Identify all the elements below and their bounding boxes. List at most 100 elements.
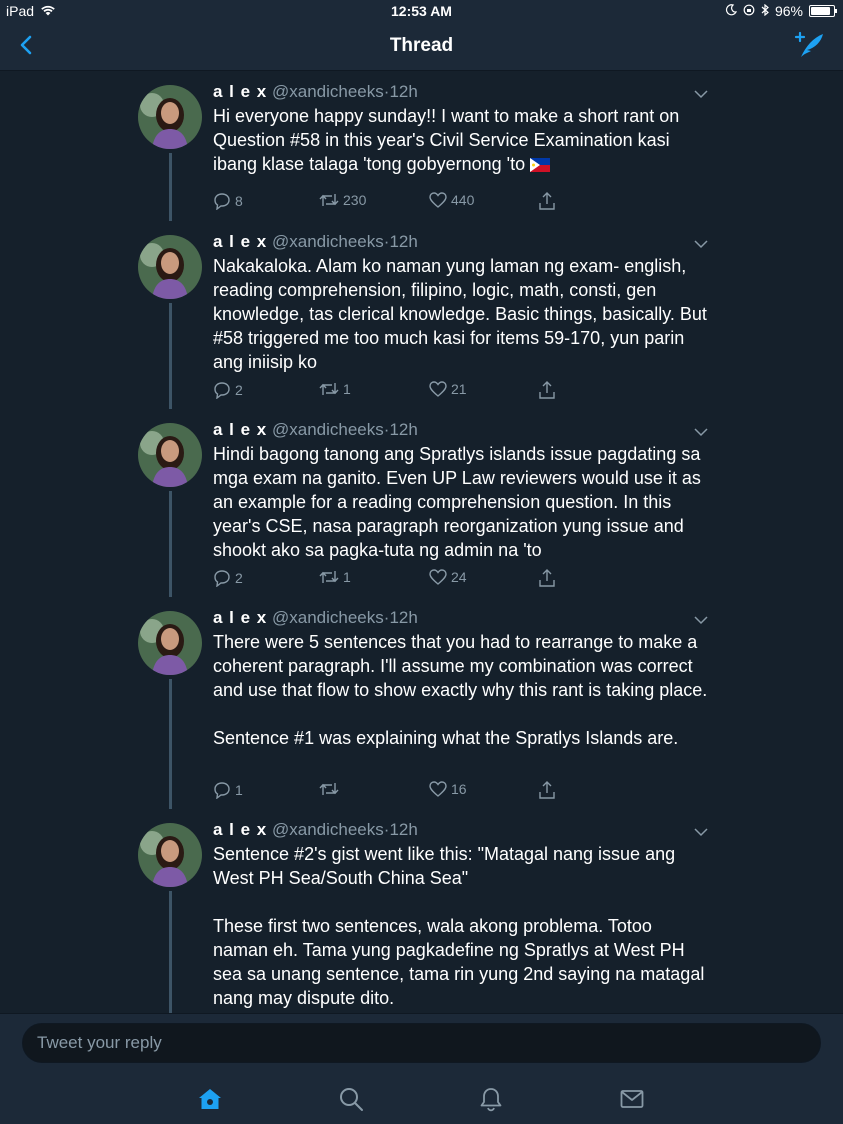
chevron-down-icon[interactable]	[694, 87, 708, 101]
compose-tweet-button[interactable]	[793, 30, 825, 60]
tweet-actions: 1 16	[213, 781, 573, 803]
thread-connector	[169, 891, 172, 1013]
tab-notifications[interactable]	[476, 1084, 506, 1114]
like-count: 16	[451, 781, 467, 797]
avatar[interactable]	[138, 85, 202, 149]
tweet[interactable]: a l e x @xandicheeks·12h Nakakaloka. Ala…	[0, 221, 843, 409]
like-count: 440	[451, 192, 475, 208]
nav-bar: Thread	[0, 22, 843, 71]
author-name[interactable]: a l e x	[213, 82, 267, 101]
author-handle: @xandicheeks	[272, 232, 384, 251]
retweet-icon	[319, 194, 339, 206]
share-button[interactable]	[538, 192, 556, 210]
like-button[interactable]: 440	[429, 192, 474, 208]
tab-messages[interactable]	[617, 1084, 647, 1114]
tweet[interactable]: a l e x @xandicheeks·12h Sentence #2's g…	[0, 809, 843, 1013]
search-icon	[340, 1088, 363, 1111]
author-handle: @xandicheeks	[272, 420, 384, 439]
tweet-time: 12h	[389, 82, 418, 101]
messages-icon	[620, 1090, 644, 1108]
retweet-icon	[319, 783, 339, 795]
like-icon	[429, 192, 447, 208]
avatar[interactable]	[138, 823, 202, 887]
share-icon	[539, 381, 555, 399]
like-count: 21	[451, 381, 467, 397]
reply-count: 2	[235, 570, 243, 586]
thread-connector	[169, 491, 172, 597]
retweet-button[interactable]	[319, 781, 339, 797]
tweet-time: 12h	[389, 608, 418, 627]
tweet-time: 12h	[389, 420, 418, 439]
share-button[interactable]	[538, 781, 556, 799]
like-button[interactable]: 24	[429, 569, 467, 585]
page-title: Thread	[389, 35, 454, 56]
tweet-header: a l e x @xandicheeks·12h	[213, 419, 708, 441]
thread-connector	[169, 153, 172, 221]
author-handle: @xandicheeks	[272, 82, 384, 101]
home-icon	[199, 1089, 221, 1109]
reply-count: 8	[235, 193, 243, 209]
retweet-button[interactable]: 1	[319, 569, 351, 585]
chevron-down-icon[interactable]	[694, 825, 708, 839]
author-name[interactable]: a l e x	[213, 420, 267, 439]
tweet-header: a l e x @xandicheeks·12h	[213, 819, 708, 841]
reply-icon	[214, 782, 230, 799]
tweet[interactable]: a l e x @xandicheeks·12h Hi everyone hap…	[0, 71, 843, 221]
tweet-header: a l e x @xandicheeks·12h	[213, 231, 708, 253]
tweet-header: a l e x @xandicheeks·12h	[213, 81, 708, 103]
chevron-down-icon[interactable]	[694, 613, 708, 627]
share-button[interactable]	[538, 569, 556, 587]
tweet-time: 12h	[389, 232, 418, 251]
reply-button[interactable]: 2	[213, 569, 243, 587]
chevron-down-icon[interactable]	[694, 237, 708, 251]
battery-icon	[809, 5, 837, 17]
status-time: 12:53 AM	[391, 3, 452, 19]
chevron-down-icon[interactable]	[694, 425, 708, 439]
like-icon	[429, 381, 447, 397]
reply-count: 2	[235, 382, 243, 398]
retweet-button[interactable]: 230	[319, 192, 366, 208]
retweet-count: 230	[343, 192, 367, 208]
like-button[interactable]: 21	[429, 381, 467, 397]
tab-search[interactable]	[336, 1084, 366, 1114]
tweet-header: a l e x @xandicheeks·12h	[213, 607, 708, 629]
tab-home[interactable]	[195, 1084, 225, 1114]
author-name[interactable]: a l e x	[213, 820, 267, 839]
philippines-flag-icon	[530, 158, 551, 172]
retweet-count: 1	[343, 381, 351, 397]
author-name[interactable]: a l e x	[213, 232, 267, 251]
reply-button[interactable]: 8	[213, 192, 243, 210]
tab-bar	[0, 1073, 843, 1124]
tweet-actions: 8 230 440	[213, 192, 573, 214]
thread-list: a l e x @xandicheeks·12h Hi everyone hap…	[0, 71, 843, 1013]
tweet-actions: 2 1 24	[213, 569, 573, 591]
tweet[interactable]: a l e x @xandicheeks·12h There were 5 se…	[0, 597, 843, 809]
tweet-text: Hindi bagong tanong ang Spratlys islands…	[213, 444, 706, 560]
bluetooth-icon	[761, 3, 769, 19]
tweet-time: 12h	[389, 820, 418, 839]
retweet-count: 1	[343, 569, 351, 585]
reply-bar: Tweet your reply	[0, 1013, 843, 1074]
moon-icon	[725, 3, 737, 19]
rotation-lock-icon	[743, 3, 755, 19]
avatar[interactable]	[138, 611, 202, 675]
tweet[interactable]: a l e x @xandicheeks·12h Hindi bagong ta…	[0, 409, 843, 597]
like-button[interactable]: 16	[429, 781, 467, 797]
avatar[interactable]	[138, 235, 202, 299]
share-icon	[539, 781, 555, 799]
thread-connector	[169, 303, 172, 409]
status-bar: iPad 12:53 AM 96%	[0, 0, 843, 22]
reply-count: 1	[235, 782, 243, 798]
tweet-actions: 2 1 21	[213, 381, 573, 403]
avatar[interactable]	[138, 423, 202, 487]
reply-button[interactable]: 1	[213, 781, 243, 799]
retweet-button[interactable]: 1	[319, 381, 351, 397]
tweet-text: Hi everyone happy sunday!! I want to mak…	[213, 106, 685, 174]
reply-input[interactable]: Tweet your reply	[22, 1023, 821, 1063]
retweet-icon	[319, 571, 339, 583]
share-button[interactable]	[538, 381, 556, 399]
reply-button[interactable]: 2	[213, 381, 243, 399]
share-icon	[539, 569, 555, 587]
author-name[interactable]: a l e x	[213, 608, 267, 627]
like-count: 24	[451, 569, 467, 585]
